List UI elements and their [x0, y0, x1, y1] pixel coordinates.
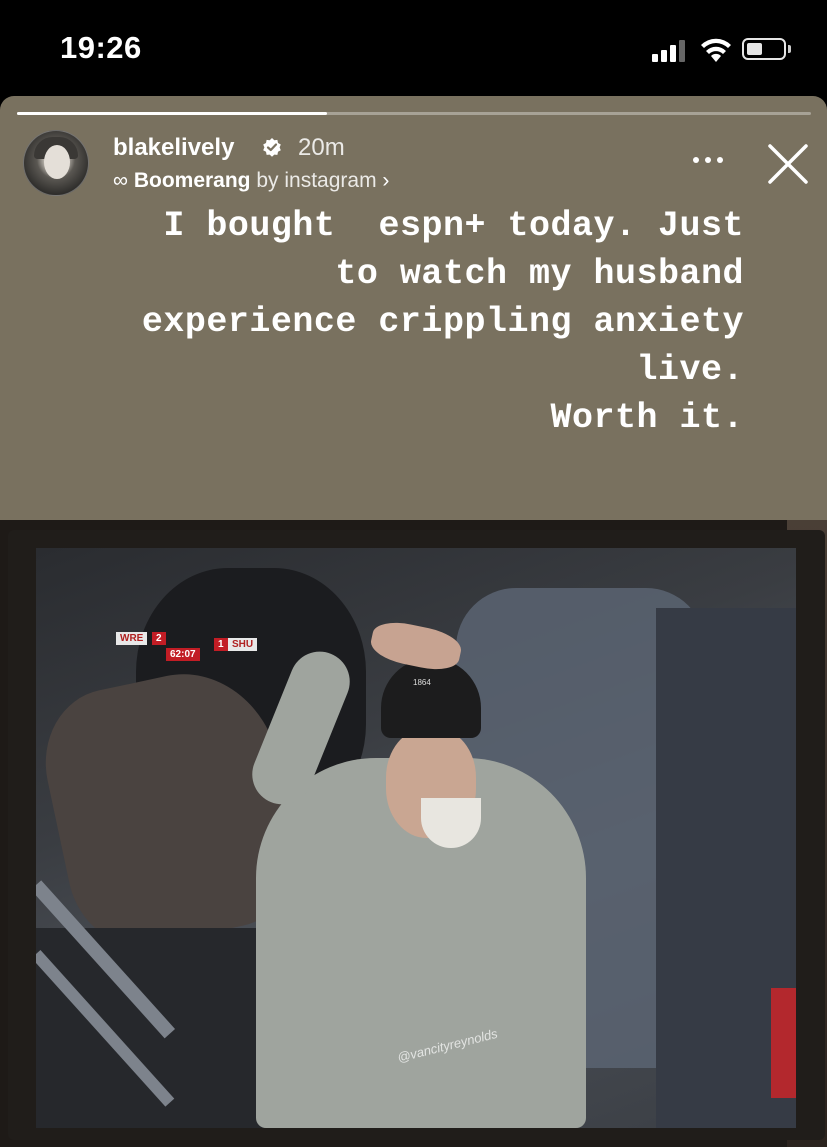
away-team: SHU: [228, 638, 258, 651]
effect-name: Boomerang: [133, 169, 251, 192]
beanie-text: 1864: [413, 678, 431, 687]
username[interactable]: blakelively: [113, 134, 234, 162]
battery-icon: [742, 38, 786, 60]
home-score: 2: [152, 632, 166, 645]
story-time-ago: 20m: [298, 134, 345, 161]
chevron-right-icon: ›: [382, 169, 390, 192]
story-progress-bar: [17, 112, 811, 115]
caption-line: to watch my husband: [335, 254, 744, 294]
home-team: WRE: [116, 632, 148, 645]
tv-frame: 1864 WRE 2 62:07 1 SHU @vancityreynolds: [8, 530, 825, 1140]
effect-by: by instagram: [256, 169, 377, 192]
match-clock: 62:07: [166, 648, 200, 661]
close-icon[interactable]: [766, 142, 810, 186]
avatar[interactable]: [23, 130, 89, 196]
effect-attribution[interactable]: ∞ Boomerang by instagram ›: [113, 169, 389, 193]
away-score: 1: [214, 638, 228, 651]
infinity-icon: ∞: [113, 169, 128, 192]
caption-line: Worth it.: [550, 398, 744, 438]
story-caption: I bought espn+ today. Just to watch my h…: [0, 202, 744, 442]
cellular-signal-icon: [652, 38, 692, 62]
story-photo: 1864 WRE 2 62:07 1 SHU @vancityreynolds: [0, 520, 827, 1147]
verified-badge-icon: [263, 138, 281, 157]
battery-cap: [788, 45, 791, 53]
tv-screen: 1864 WRE 2 62:07 1 SHU @vancityreynolds: [36, 548, 796, 1128]
caption-line: experience crippling anxiety: [141, 302, 744, 342]
more-options-icon[interactable]: [690, 154, 726, 166]
caption-line: live.: [636, 350, 744, 390]
status-time: 19:26: [60, 30, 142, 65]
caption-line: I bought espn+ today. Just: [163, 206, 744, 246]
story-progress-fill: [17, 112, 327, 115]
wifi-icon: [701, 38, 731, 62]
story-viewer[interactable]: blakelively 20m ∞ Boomerang by instagram…: [0, 96, 827, 1147]
status-bar: 19:26: [0, 0, 827, 96]
